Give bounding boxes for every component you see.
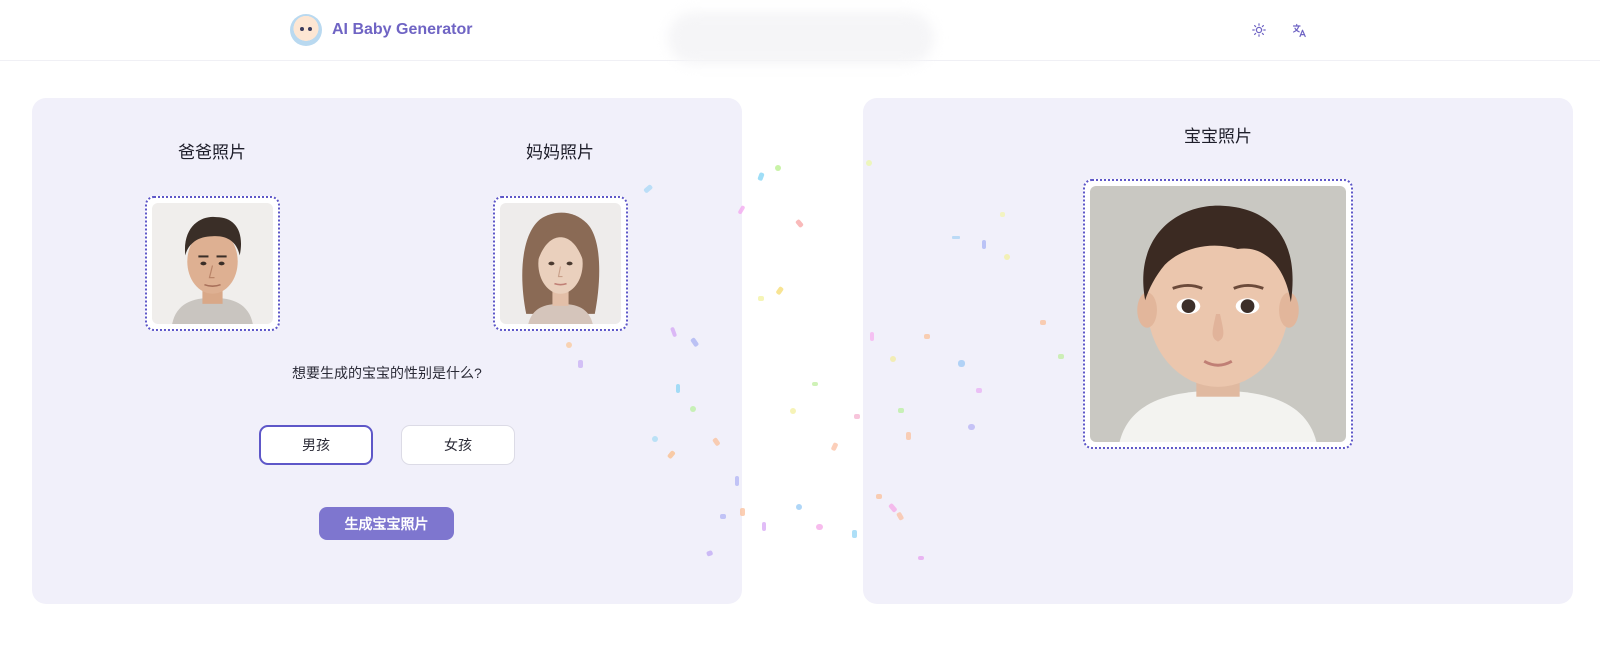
baby-face-logo-icon	[290, 14, 322, 46]
mother-photo-title: 妈妈照片	[526, 143, 594, 162]
father-photo-title: 爸爸照片	[178, 143, 246, 162]
baby-photo	[1090, 186, 1346, 442]
gender-question: 想要生成的宝宝的性别是什么?	[292, 365, 482, 381]
sun-icon[interactable]	[1249, 20, 1269, 40]
father-photo-upload[interactable]	[145, 196, 280, 331]
father-photo	[152, 203, 273, 324]
baby-result-panel: 宝宝照片	[863, 98, 1573, 604]
baby-photo-frame	[1083, 179, 1353, 449]
baby-photo-title: 宝宝照片	[1184, 127, 1252, 146]
mother-photo	[500, 203, 621, 324]
parent-upload-panel: 爸爸照片 妈妈照片 想要生成的宝宝的性别是什么? 男孩 女孩 生成宝宝照片	[32, 98, 742, 604]
mother-photo-upload[interactable]	[493, 196, 628, 331]
girl-option-button[interactable]: 女孩	[401, 425, 515, 465]
brand[interactable]: AI Baby Generator	[290, 14, 472, 46]
generate-baby-photo-button[interactable]: 生成宝宝照片	[319, 507, 454, 540]
boy-option-button[interactable]: 男孩	[259, 425, 373, 465]
translate-icon[interactable]	[1289, 20, 1309, 40]
blurred-nav	[668, 12, 934, 64]
app-name: AI Baby Generator	[332, 21, 473, 38]
top-header: AI Baby Generator	[0, 0, 1600, 64]
